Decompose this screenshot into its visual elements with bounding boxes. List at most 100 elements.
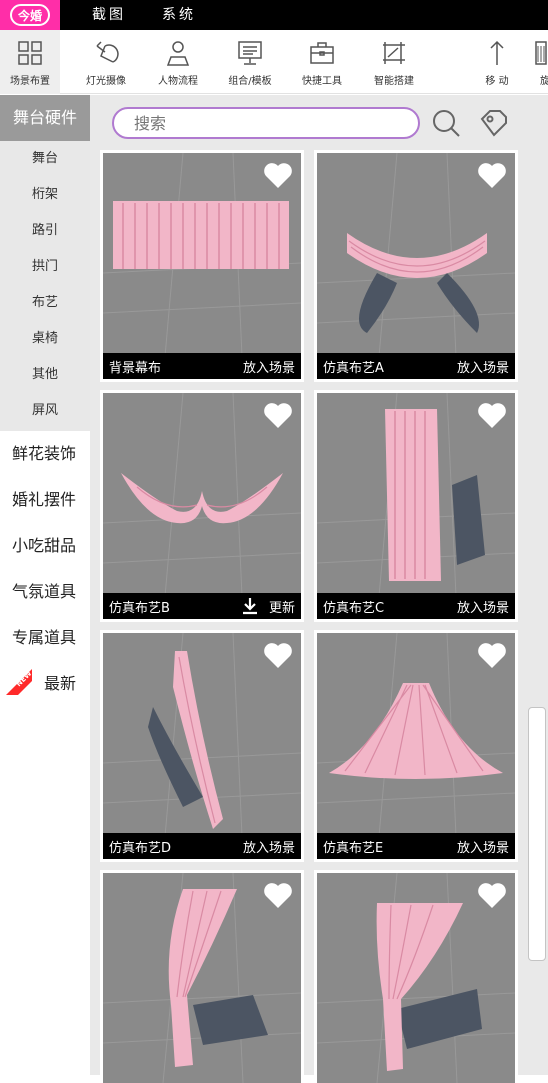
menu-system[interactable]: 系统 bbox=[162, 0, 196, 30]
asset-name: 仿真布艺E bbox=[323, 840, 384, 856]
tool-label: 灯光摄像 bbox=[86, 76, 126, 87]
asset-thumbnail: 背景幕布 放入场景 bbox=[103, 153, 301, 379]
monitor-icon bbox=[238, 41, 262, 65]
place-in-scene-button[interactable]: 放入场景 bbox=[457, 357, 509, 376]
asset-name: 仿真布艺D bbox=[109, 840, 172, 856]
search-box[interactable] bbox=[112, 107, 420, 139]
category-flowers[interactable]: 鲜花装饰 bbox=[0, 431, 90, 477]
backdrop-curtain-image bbox=[113, 201, 289, 269]
app-logo[interactable]: 今婚 bbox=[0, 0, 60, 30]
tool-label: 快捷工具 bbox=[302, 76, 342, 87]
favorite-heart-icon[interactable] bbox=[263, 401, 293, 429]
new-badge-icon: NEW bbox=[6, 669, 32, 695]
card-footer: 仿真布艺D 放入场景 bbox=[103, 833, 301, 859]
briefcase-icon bbox=[310, 42, 334, 64]
download-icon bbox=[242, 598, 257, 615]
subcategory-item-tables-chairs[interactable]: 桌椅 bbox=[0, 321, 90, 357]
update-button-label: 更新 bbox=[268, 600, 295, 616]
tool-lighting-camera[interactable]: 灯光摄像 bbox=[78, 30, 134, 94]
fabric-b-image bbox=[121, 473, 283, 524]
sidebar-header-stage-hardware[interactable]: 舞台硬件 bbox=[0, 95, 90, 141]
asset-thumbnail: 仿真布艺D 放入场景 bbox=[103, 633, 301, 859]
category-sidebar: 舞台硬件 舞台 桁架 路引 拱门 布艺 桌椅 其他 屏风 鲜花装饰 婚礼摆件 小… bbox=[0, 95, 90, 1075]
place-in-scene-button[interactable]: 放入场景 bbox=[243, 357, 295, 376]
category-atmosphere-props[interactable]: 气氛道具 bbox=[0, 569, 90, 615]
category-snacks-desserts[interactable]: 小吃甜品 bbox=[0, 523, 90, 569]
asset-thumbnail: 仿真布艺B 更新 bbox=[103, 393, 301, 619]
logo-badge: 今婚 bbox=[10, 4, 50, 26]
place-in-scene-button[interactable]: 放入场景 bbox=[243, 837, 295, 856]
asset-thumbnail: 仿真布艺C 放入场景 bbox=[317, 393, 515, 619]
frame-icon bbox=[383, 42, 405, 64]
asset-card-backdrop-curtain[interactable]: 背景幕布 放入场景 bbox=[100, 150, 304, 382]
update-action[interactable]: 更新 bbox=[241, 597, 295, 616]
menu-screenshot[interactable]: 截图 bbox=[92, 0, 126, 30]
asset-thumbnail bbox=[103, 873, 301, 1083]
scrollbar-thumb[interactable] bbox=[528, 707, 546, 961]
favorite-heart-icon[interactable] bbox=[263, 161, 293, 189]
asset-content: 背景幕布 放入场景 仿真布艺A 放入场景 bbox=[90, 95, 548, 1083]
tool-rotate[interactable]: 旋 bbox=[530, 30, 548, 94]
grid-icon bbox=[18, 41, 42, 65]
asset-card-fabric-d[interactable]: 仿真布艺D 放入场景 bbox=[100, 630, 304, 862]
asset-card-fabric-c[interactable]: 仿真布艺C 放入场景 bbox=[314, 390, 518, 622]
favorite-heart-icon[interactable] bbox=[477, 641, 507, 669]
tool-smart-build[interactable]: 智能搭建 bbox=[366, 30, 422, 94]
drape-curtain-image bbox=[168, 889, 268, 1067]
category-wedding-ornaments[interactable]: 婚礼摆件 bbox=[0, 477, 90, 523]
tool-combo-template[interactable]: 组合/模板 bbox=[222, 30, 278, 94]
tool-quick-tools[interactable]: 快捷工具 bbox=[294, 30, 350, 94]
asset-card-fabric-a[interactable]: 仿真布艺A 放入场景 bbox=[314, 150, 518, 382]
subcategory-item-arch[interactable]: 拱门 bbox=[0, 249, 90, 285]
favorite-heart-icon[interactable] bbox=[477, 881, 507, 909]
fabric-e-image bbox=[329, 683, 503, 779]
asset-card-fabric-b[interactable]: 仿真布艺B 更新 bbox=[100, 390, 304, 622]
place-in-scene-button[interactable]: 放入场景 bbox=[457, 597, 509, 616]
subcategory-item-fabric[interactable]: 布艺 bbox=[0, 285, 90, 321]
card-footer: 仿真布艺C 放入场景 bbox=[317, 593, 515, 619]
favorite-heart-icon[interactable] bbox=[263, 881, 293, 909]
asset-thumbnail: 仿真布艺A 放入场景 bbox=[317, 153, 515, 379]
search-input[interactable] bbox=[114, 109, 418, 137]
asset-name: 仿真布艺C bbox=[323, 600, 385, 616]
menubar: 今婚 截图 系统 bbox=[0, 0, 548, 30]
card-footer: 仿真布艺B 更新 bbox=[103, 593, 301, 619]
asset-name: 背景幕布 bbox=[109, 360, 162, 376]
tool-people-flow[interactable]: 人物流程 bbox=[150, 30, 206, 94]
place-in-scene-button[interactable]: 放入场景 bbox=[457, 837, 509, 856]
fabric-a-image bbox=[347, 233, 487, 333]
subcategory-item-screen[interactable]: 屏风 bbox=[0, 393, 90, 429]
tag-icon[interactable] bbox=[478, 107, 510, 139]
subcategory-item-other[interactable]: 其他 bbox=[0, 357, 90, 393]
tool-label: 场景布置 bbox=[10, 76, 50, 87]
card-footer: 仿真布艺E 放入场景 bbox=[317, 833, 515, 859]
category-newest[interactable]: NEW 最新 bbox=[0, 661, 90, 707]
tool-label: 旋 bbox=[540, 76, 548, 87]
fabric-c-image bbox=[385, 409, 485, 581]
subcategory-panel: 舞台 桁架 路引 拱门 布艺 桌椅 其他 屏风 bbox=[0, 141, 90, 431]
card-footer: 仿真布艺A 放入场景 bbox=[317, 353, 515, 379]
card-footer: 背景幕布 放入场景 bbox=[103, 353, 301, 379]
asset-card-drape-left[interactable] bbox=[100, 870, 304, 1083]
fabric-d-image bbox=[148, 651, 223, 829]
category-exclusive-props[interactable]: 专属道具 bbox=[0, 615, 90, 661]
rotate-icon bbox=[535, 41, 547, 65]
asset-name: 仿真布艺A bbox=[323, 360, 384, 376]
tool-label: 智能搭建 bbox=[374, 76, 414, 87]
asset-card-drape-right[interactable] bbox=[314, 870, 518, 1083]
search-icon[interactable] bbox=[430, 107, 462, 139]
tool-move[interactable]: 移 动 bbox=[472, 30, 522, 94]
subcategory-item-truss[interactable]: 桁架 bbox=[0, 177, 90, 213]
favorite-heart-icon[interactable] bbox=[477, 401, 507, 429]
spotlight-icon bbox=[96, 41, 119, 63]
toolbar: 场景布置 灯光摄像 人物流程 组合/模板 快捷工具 智能搭建 移 动 旋 bbox=[0, 30, 548, 94]
asset-card-fabric-e[interactable]: 仿真布艺E 放入场景 bbox=[314, 630, 518, 862]
category-newest-label: 最新 bbox=[44, 674, 77, 693]
arrow-up-icon bbox=[490, 40, 504, 65]
favorite-heart-icon[interactable] bbox=[263, 641, 293, 669]
favorite-heart-icon[interactable] bbox=[477, 161, 507, 189]
tool-scene-layout[interactable]: 场景布置 bbox=[0, 30, 60, 94]
subcategory-item-aisle[interactable]: 路引 bbox=[0, 213, 90, 249]
subcategory-item-stage[interactable]: 舞台 bbox=[0, 141, 90, 177]
asset-thumbnail bbox=[317, 873, 515, 1083]
